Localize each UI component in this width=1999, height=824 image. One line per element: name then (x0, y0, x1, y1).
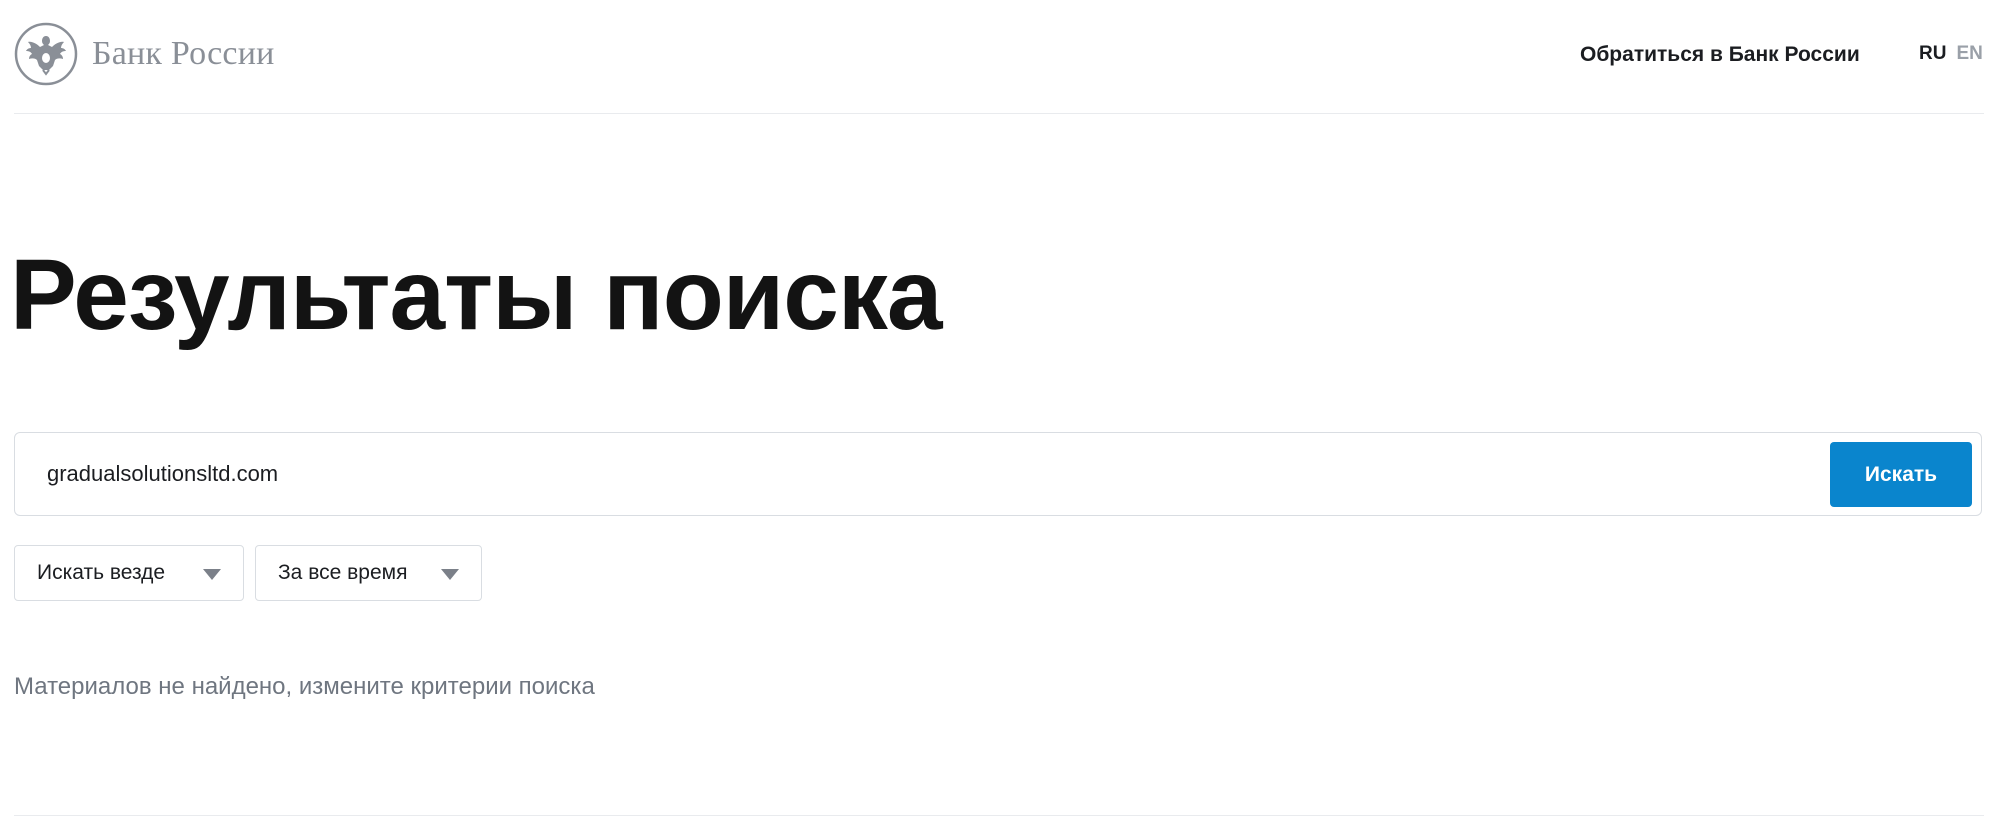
divider (14, 815, 1984, 816)
language-switcher: RU EN (1919, 43, 1983, 65)
double-headed-eagle-icon (14, 22, 78, 86)
logo-text: Банк России (92, 35, 275, 72)
scope-dropdown-label: Искать везде (37, 561, 166, 584)
no-results-message: Материалов не найдено, измените критерии… (14, 673, 595, 700)
lang-ru-option[interactable]: RU (1919, 43, 1946, 64)
search-button[interactable]: Искать (1830, 442, 1972, 507)
contact-bank-link[interactable]: Обратиться в Банк России (1580, 43, 1860, 67)
triangle-down-icon (441, 569, 459, 580)
search-input[interactable] (47, 451, 1827, 497)
period-dropdown-label: За все время (278, 561, 408, 584)
page-title: Результаты поиска (10, 239, 943, 351)
triangle-down-icon (203, 569, 221, 580)
search-form: Искать (14, 432, 1982, 516)
period-dropdown[interactable]: За все время (255, 545, 482, 601)
lang-en-option[interactable]: EN (1956, 43, 1982, 64)
site-header: Банк России Обратиться в Банк России RU E… (14, 0, 1984, 114)
scope-dropdown[interactable]: Искать везде (14, 545, 244, 601)
logo-link[interactable]: Банк России (14, 22, 275, 86)
